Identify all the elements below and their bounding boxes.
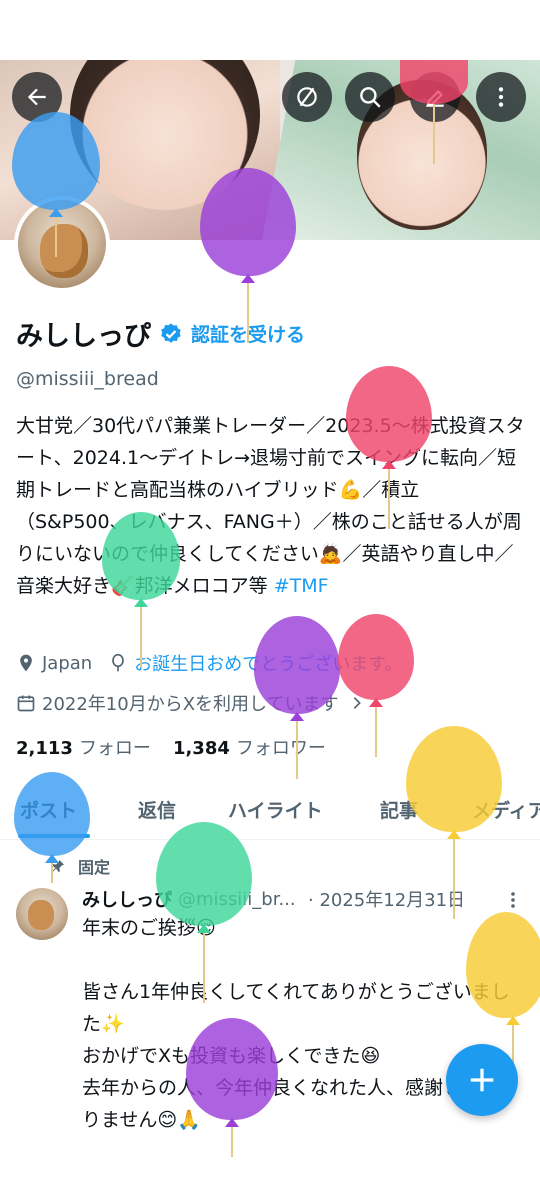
edit-icon [426,90,444,107]
location-icon [20,654,32,672]
balloon-icon [112,653,125,672]
no-notification-icon [297,87,317,107]
post-date[interactable]: · 2025年12月31日 [308,886,465,912]
verified-badge-icon[interactable] [159,322,183,346]
follow-stats: 2,113 フォロー 1,384 フォロワー [16,734,326,760]
post-more-icon[interactable] [508,890,518,910]
followers-label: フォロワー [235,738,326,759]
search-button[interactable] [345,72,395,122]
status-bar [0,0,540,60]
post-avatar[interactable] [16,888,68,940]
profile-bio: 大甘党／30代パパ兼業トレーダー／2023.5〜株式投資スタート、2024.1〜… [16,410,526,602]
tab-posts[interactable]: ポスト [20,796,77,823]
profile-tabs: ポスト 返信 ハイライト 記事 メディア [0,782,540,840]
following-count: 2,113 [16,738,73,759]
post-author-handle[interactable]: @missiii_br... [178,889,304,910]
pin-icon [52,860,64,872]
post-header: みししっぴ @missiii_br... · 2025年12月31日 [82,886,522,912]
avatar[interactable] [14,196,110,292]
calendar-icon [17,695,35,712]
bio-text: 大甘党／30代パパ兼業トレーダー／2023.5〜株式投資スタート、2024.1〜… [16,415,525,597]
arrow-left-icon [27,88,46,106]
following-label: フォロー [78,738,151,759]
chevron-right-icon [353,697,361,709]
back-button[interactable] [12,72,62,122]
edit-button[interactable] [410,72,460,122]
following-link[interactable]: 2,113 フォロー [16,734,151,760]
followers-link[interactable]: 1,384 フォロワー [173,734,326,760]
joined-text: 2022年10月からXを利用しています [42,694,339,715]
birthday-text[interactable]: お誕生日おめでとうございます。 [134,650,402,676]
display-name: みししっぴ [16,321,151,352]
more-button[interactable] [476,72,526,122]
plus-icon [470,1068,494,1092]
post-author-name[interactable]: みししっぴ [82,886,172,912]
tab-highlights[interactable]: ハイライト [228,796,323,823]
pinned-indicator: 固定 [50,854,110,878]
bio-hashtag-link[interactable]: #TMF [274,575,329,597]
location-text: Japan [42,652,93,674]
notification-toggle-button[interactable] [282,72,332,122]
profile-handle: @missiii_bread [16,368,159,390]
more-vertical-icon [498,87,504,107]
get-verified-link[interactable]: 認証を受ける [191,320,305,347]
name-row: みししっぴ 認証を受ける [16,314,305,353]
tab-media[interactable]: メディア [472,796,540,823]
profile-meta-row: Japan お誕生日おめでとうございます。 [16,650,402,676]
post-text[interactable]: 年末のご挨拶😌 皆さん1年仲良くしてくれてありがとうございました✨ おかげでXも… [82,912,512,1136]
search-icon [360,87,381,108]
joined-row[interactable]: 2022年10月からXを利用しています [16,690,365,716]
tab-replies[interactable]: 返信 [138,796,176,823]
active-tab-indicator [18,834,90,838]
tab-articles[interactable]: 記事 [380,796,418,823]
compose-post-button[interactable] [446,1044,518,1116]
followers-count: 1,384 [172,738,230,759]
pinned-label: 固定 [78,858,111,877]
